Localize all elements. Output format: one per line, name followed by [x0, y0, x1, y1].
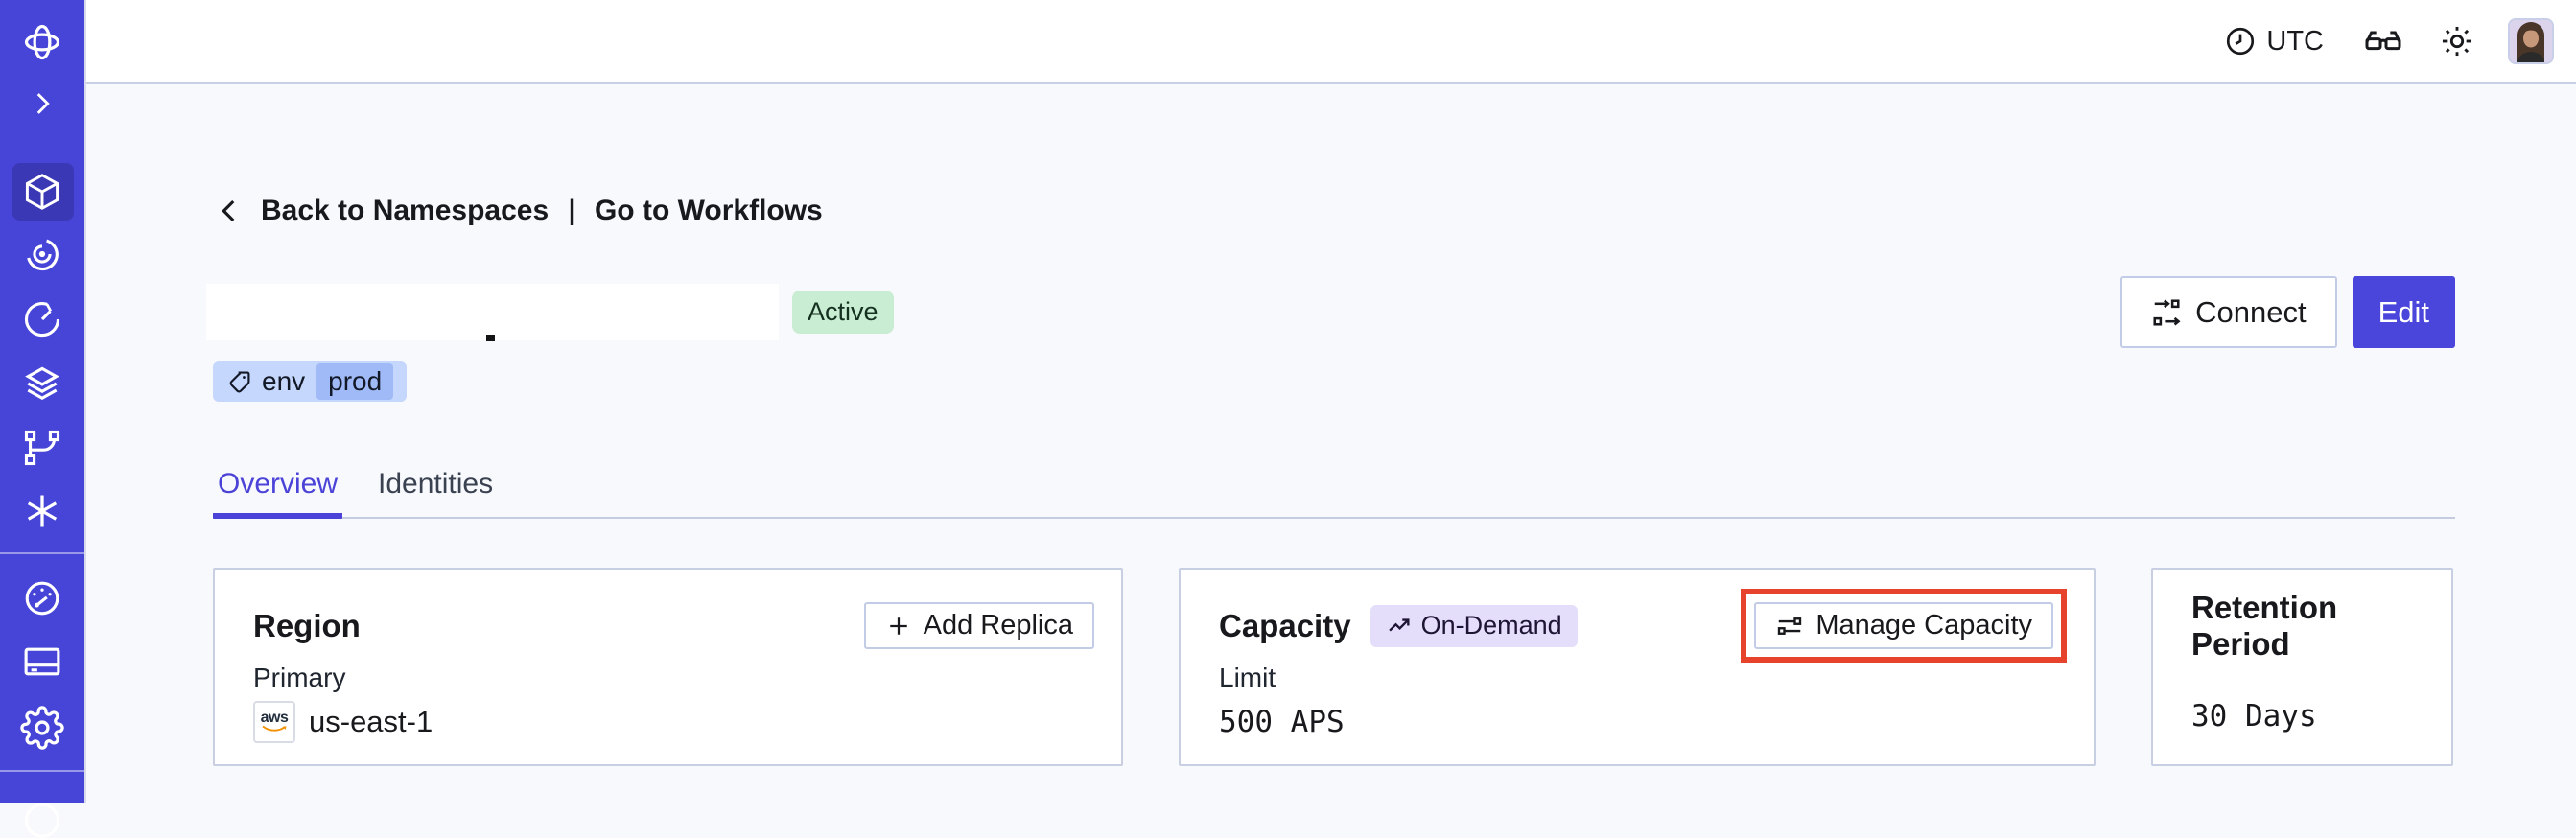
sidebar-item-batch-operations[interactable] — [21, 427, 63, 469]
sidebar-divider — [0, 552, 84, 554]
namespace-tag: env prod — [213, 361, 408, 402]
sidebar-item-help[interactable] — [21, 796, 63, 838]
capacity-card: Capacity On-Demand Manage Capacity Limit… — [1179, 568, 2096, 766]
region-card: Region Add Replica Primary aws us-east-1 — [213, 568, 1123, 766]
region-primary-label: Primary — [253, 663, 346, 692]
sidebar — [0, 0, 86, 838]
topbar: UTC — [86, 0, 2576, 84]
sidebar-item-workflows[interactable] — [21, 233, 63, 275]
manage-capacity-label: Manage Capacity — [1815, 610, 2032, 640]
annotation-highlight-box: Manage Capacity — [1741, 589, 2067, 663]
region-card-title: Region — [253, 607, 361, 643]
clock-icon — [2224, 25, 2257, 58]
sidebar-item-schedules[interactable] — [21, 298, 63, 340]
tag-key: env — [262, 366, 306, 396]
region-value-row: aws us-east-1 — [253, 701, 1094, 743]
timezone-selector[interactable]: UTC — [2224, 25, 2324, 58]
add-replica-button[interactable]: Add Replica — [863, 602, 1094, 649]
add-replica-label: Add Replica — [923, 610, 1073, 640]
status-badge: Active — [792, 291, 894, 334]
capacity-limit-label: Limit — [1219, 663, 1276, 692]
labs-glasses-icon[interactable] — [2364, 22, 2402, 60]
tab-identities[interactable]: Identities — [373, 467, 498, 519]
theme-sun-icon[interactable] — [2439, 23, 2475, 59]
plus-icon — [885, 613, 912, 640]
tag-row: env prod — [213, 361, 2455, 402]
temporal-logo[interactable] — [20, 20, 64, 64]
aws-logo: aws — [253, 701, 295, 743]
retention-value-row: 30 Days — [2191, 695, 2424, 737]
connect-button-label: Connect — [2195, 294, 2307, 329]
overview-cards: Region Add Replica Primary aws us-east-1… — [213, 568, 2455, 766]
tab-overview[interactable]: Overview — [213, 467, 343, 519]
namespace-name-redacted — [206, 284, 779, 341]
manage-capacity-button[interactable]: Manage Capacity — [1754, 602, 2053, 649]
sidebar-item-billing[interactable] — [21, 640, 63, 683]
tag-icon — [226, 369, 252, 395]
breadcrumb: Back to Namespaces | Go to Workflows — [213, 195, 2455, 227]
trend-up-icon — [1386, 613, 1413, 640]
connect-icon — [2151, 297, 2182, 328]
edit-button-label: Edit — [2377, 294, 2429, 329]
sidebar-divider — [0, 770, 84, 772]
region-card-header: Region Add Replica — [253, 602, 1094, 649]
sidebar-item-deployments[interactable] — [21, 362, 63, 405]
capacity-value-row: 500 APS — [1219, 701, 2067, 743]
expand-chevron-icon[interactable] — [26, 87, 59, 120]
back-chevron-icon[interactable] — [213, 195, 246, 227]
main-content: Back to Namespaces | Go to Workflows Act… — [86, 86, 2576, 803]
tag-value-chip: prod — [316, 363, 394, 400]
namespace-title-row: Active Connect Edit — [206, 276, 2455, 348]
sidebar-item-namespaces[interactable] — [21, 171, 63, 213]
sidebar-item-settings[interactable] — [20, 706, 64, 750]
edit-button[interactable]: Edit — [2352, 276, 2455, 348]
user-avatar[interactable] — [2508, 18, 2554, 64]
ondemand-badge-label: On-Demand — [1420, 611, 1562, 640]
header-actions: Connect Edit — [2120, 276, 2455, 348]
capacity-value: 500 APS — [1219, 705, 1345, 739]
capacity-card-header: Capacity On-Demand Manage Capacity — [1219, 589, 2067, 663]
retention-value: 30 Days — [2191, 699, 2317, 733]
sidebar-item-nexus[interactable] — [21, 490, 63, 532]
region-value: us-east-1 — [309, 705, 433, 738]
sidebar-item-usage[interactable] — [21, 577, 63, 619]
tab-bar: Overview Identities — [213, 467, 2455, 519]
sliders-icon — [1775, 612, 1804, 640]
timezone-label: UTC — [2266, 25, 2324, 57]
redaction-dot — [486, 335, 495, 341]
breadcrumb-workflows-link[interactable]: Go to Workflows — [595, 195, 823, 227]
capacity-card-title: Capacity — [1219, 607, 1351, 643]
breadcrumb-separator: | — [568, 195, 575, 226]
ondemand-badge: On-Demand — [1370, 604, 1578, 647]
retention-card-header: Retention Period — [2191, 590, 2424, 662]
breadcrumb-back-link[interactable]: Back to Namespaces — [261, 195, 549, 227]
retention-card-title: Retention Period — [2191, 589, 2338, 662]
retention-card: Retention Period 30 Days — [2151, 568, 2453, 766]
connect-button[interactable]: Connect — [2120, 276, 2337, 348]
